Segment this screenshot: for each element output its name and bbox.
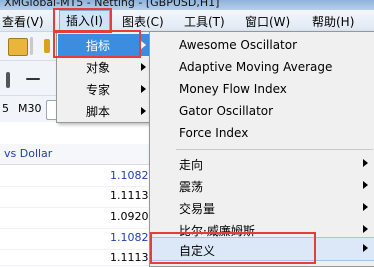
menu-item-label: 指标: [86, 39, 111, 53]
menu-item-label: 走向: [179, 158, 204, 172]
price-value: 1.1113: [110, 189, 149, 202]
table-row[interactable]: 1.1113: [0, 249, 149, 266]
table-row[interactable]: 1.1082: [0, 228, 149, 250]
menu-item-label: Adaptive Moving Average: [179, 60, 333, 74]
menu-window[interactable]: 窗口(W): [245, 13, 290, 30]
indicator-category-oscillators[interactable]: 震荡: [151, 174, 374, 196]
chevron-right-icon: [141, 85, 146, 93]
menu-item-label: Money Flow Index: [179, 82, 287, 96]
price-value: 1.1082: [110, 169, 149, 182]
chevron-right-icon: [141, 107, 146, 115]
window-title-bar: XMGlobal-MT5 - Netting - [GBPUSD,H1]: [0, 0, 374, 10]
menu-item-label: Force Index: [179, 126, 249, 140]
menu-help[interactable]: 帮助(H): [312, 13, 354, 30]
indicator-awesome-oscillator[interactable]: Awesome Oscillator: [151, 34, 374, 56]
indicator-force-index[interactable]: Force Index: [151, 122, 374, 144]
menu-view[interactable]: 查看(V): [2, 13, 44, 30]
indicator-gator-oscillator[interactable]: Gator Oscillator: [151, 100, 374, 122]
insert-menu-item-indicators[interactable]: 指标: [58, 34, 150, 56]
menu-item-label: 脚本: [86, 105, 111, 119]
chevron-right-icon: [363, 181, 368, 189]
price-value: 1.0920: [110, 210, 149, 223]
chevron-right-icon: [363, 225, 368, 233]
chevron-right-icon: [363, 203, 368, 211]
insert-menu-item-objects[interactable]: 对象: [58, 56, 150, 78]
menu-item-label: Awesome Oscillator: [179, 38, 298, 52]
horizontal-line-icon[interactable]: [26, 78, 40, 80]
timeframe-partial[interactable]: 5: [2, 102, 9, 115]
menu-item-label: 对象: [86, 61, 111, 75]
window-title: XMGlobal-MT5 - Netting - [GBPUSD,H1]: [4, 0, 220, 9]
symbol-description: vs Dollar: [4, 147, 53, 160]
indicator-category-custom[interactable]: 自定义: [151, 237, 374, 261]
pencil-icon[interactable]: [44, 39, 50, 53]
cursor-icon[interactable]: [6, 72, 10, 88]
folder-icon[interactable]: [8, 38, 28, 56]
menu-bar: 查看(V) 插入(I) 图表(C) 工具(T) 窗口(W) 帮助(H): [0, 10, 374, 32]
chevron-right-icon: [141, 63, 146, 71]
indicator-money-flow-index[interactable]: Money Flow Index: [151, 78, 374, 100]
indicator-adaptive-moving-average[interactable]: Adaptive Moving Average: [151, 56, 374, 78]
menu-separator: [176, 149, 373, 150]
chevron-right-icon: [141, 41, 146, 49]
table-row[interactable]: 1.1082: [0, 165, 149, 187]
menu-insert[interactable]: 插入(I): [59, 10, 110, 32]
toolbar-separator: [30, 37, 33, 55]
price-value: 1.1113: [110, 251, 149, 264]
menu-item-label: 专家: [86, 83, 111, 97]
insert-menu-item-scripts[interactable]: 脚本: [58, 100, 150, 122]
menu-tools[interactable]: 工具(T): [184, 13, 225, 30]
chevron-right-icon: [363, 159, 368, 167]
indicators-menu: Awesome Oscillator Adaptive Moving Avera…: [149, 31, 374, 267]
indicator-category-trend[interactable]: 走向: [151, 152, 374, 174]
menu-item-label: 自定义: [179, 244, 216, 258]
menu-item-label: Gator Oscillator: [179, 104, 274, 118]
menu-item-label: 交易量: [179, 202, 216, 216]
timeframe-m30[interactable]: M30: [18, 102, 42, 115]
menu-charts[interactable]: 图表(C): [122, 13, 164, 30]
chevron-right-icon: [363, 244, 368, 252]
menu-item-label: 震荡: [179, 180, 204, 194]
insert-menu: 指标 对象 专家 脚本: [56, 31, 152, 123]
indicator-category-volumes[interactable]: 交易量: [151, 196, 374, 218]
table-row[interactable]: 1.0920: [0, 207, 149, 229]
table-row[interactable]: 1.1113: [0, 186, 149, 208]
price-value: 1.1082: [110, 231, 149, 244]
insert-menu-item-experts[interactable]: 专家: [58, 78, 150, 100]
